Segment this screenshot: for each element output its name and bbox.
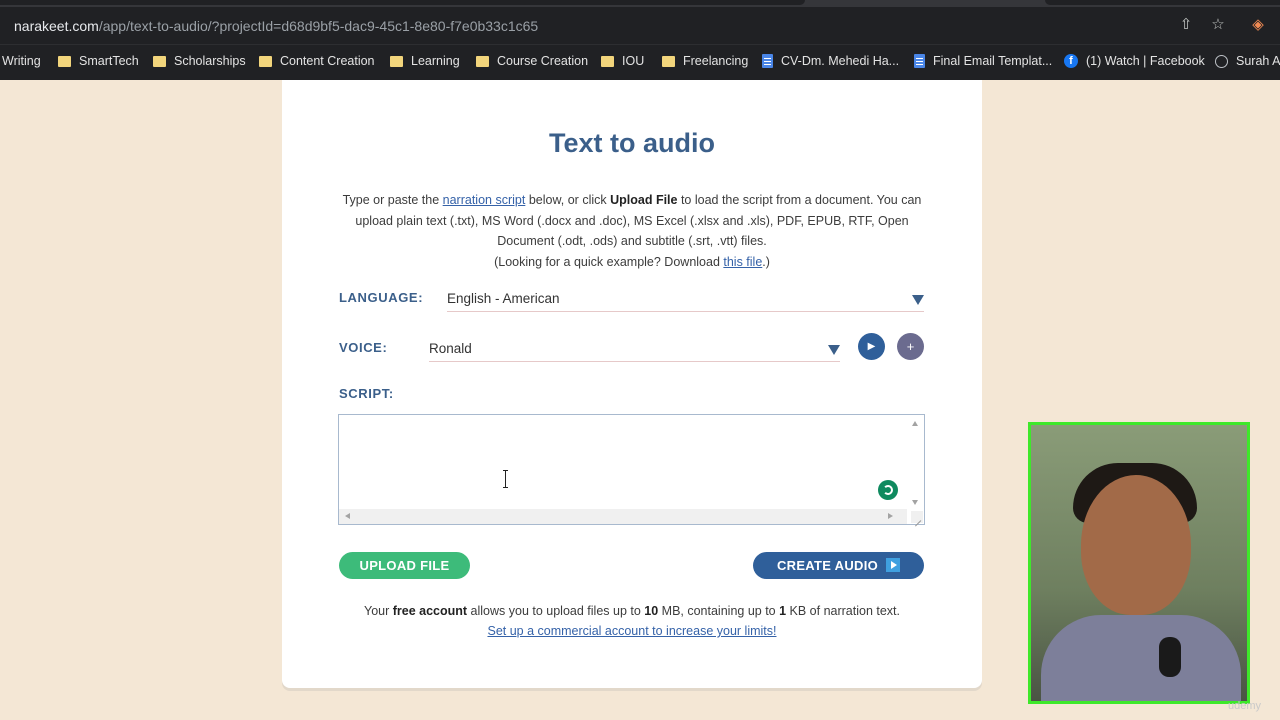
url-path: /app/text-to-audio/?projectId=d68d9bf5-d…	[98, 18, 539, 34]
language-label: LANGUAGE:	[339, 290, 424, 305]
folder-icon	[601, 55, 614, 67]
chevron-down-icon	[912, 295, 924, 305]
bookmark-smarttech[interactable]: SmartTech	[58, 54, 139, 68]
script-textarea[interactable]	[339, 415, 907, 511]
bookmark-surah[interactable]: Surah A	[1215, 54, 1280, 68]
globe-icon	[1215, 54, 1228, 68]
script-textarea-container	[338, 414, 925, 525]
bookmark-iou[interactable]: IOU	[601, 54, 644, 68]
bookmark-content-creation[interactable]: Content Creation	[259, 54, 375, 68]
horizontal-scrollbar[interactable]	[339, 509, 907, 524]
text-cursor-icon	[503, 470, 508, 488]
scroll-down-icon	[912, 500, 918, 505]
folder-icon	[153, 55, 166, 67]
presenter-webcam	[1028, 422, 1250, 704]
browser-toolbar: narakeet.com/app/text-to-audio/?projectI…	[0, 0, 1280, 44]
create-audio-button[interactable]: CREATE AUDIO	[753, 552, 924, 579]
tab-strip	[0, 0, 1280, 7]
scroll-right-icon	[888, 513, 893, 519]
folder-icon	[259, 55, 272, 67]
bookmark-writing[interactable]: Writing	[2, 54, 41, 68]
play-icon: ▶	[867, 341, 876, 352]
vertical-scrollbar[interactable]	[907, 415, 924, 511]
intro-text: Type or paste the narration script below…	[342, 193, 922, 269]
microphone-icon	[1159, 637, 1181, 677]
folder-icon	[390, 55, 403, 67]
narration-script-link[interactable]: narration script	[443, 193, 526, 207]
voice-value: Ronald	[429, 341, 472, 356]
resize-handle[interactable]	[911, 511, 923, 523]
extension-icon[interactable]: ◈	[1249, 16, 1267, 34]
bookmark-learning[interactable]: Learning	[390, 54, 460, 68]
scroll-left-icon	[345, 513, 350, 519]
bookmark-course-creation[interactable]: Course Creation	[476, 54, 588, 68]
add-voice-button[interactable]: +	[897, 333, 924, 360]
bookmark-email-template[interactable]: Final Email Templat...	[914, 54, 1052, 68]
chevron-down-icon	[828, 345, 840, 355]
bookmark-freelancing[interactable]: Freelancing	[662, 54, 748, 68]
bookmark-cv[interactable]: CV-Dm. Mehedi Ha...	[762, 54, 899, 68]
doc-icon	[762, 54, 773, 68]
bookmark-star-icon[interactable]: ☆	[1209, 16, 1227, 34]
voice-label: VOICE:	[339, 340, 388, 355]
doc-icon	[914, 54, 925, 68]
voice-select[interactable]: Ronald	[429, 335, 840, 362]
language-select[interactable]: English - American	[447, 285, 924, 312]
facebook-icon: f	[1064, 54, 1078, 68]
main-card	[282, 80, 982, 688]
folder-icon	[662, 55, 675, 67]
watermark: udemy	[1228, 700, 1262, 712]
play-voice-sample-button[interactable]: ▶	[858, 333, 885, 360]
play-icon	[886, 558, 901, 572]
presenter-face	[1081, 475, 1191, 615]
commercial-account-link[interactable]: Set up a commercial account to increase …	[487, 624, 776, 638]
share-icon[interactable]: ⇧	[1177, 16, 1195, 34]
presenter-body	[1041, 615, 1241, 701]
script-label: SCRIPT:	[339, 386, 394, 401]
address-bar[interactable]: narakeet.com/app/text-to-audio/?projectI…	[14, 18, 538, 34]
bookmark-facebook[interactable]: f (1) Watch | Facebook	[1064, 54, 1205, 68]
example-file-link[interactable]: this file	[723, 255, 762, 269]
bookmarks-bar: Writing SmartTech Scholarships Content C…	[0, 44, 1280, 80]
folder-icon	[476, 55, 489, 67]
loading-spinner-icon	[878, 480, 898, 500]
folder-icon	[58, 55, 71, 67]
plus-icon: +	[906, 339, 915, 354]
scroll-up-icon	[912, 421, 918, 426]
upload-file-button[interactable]: UPLOAD FILE	[339, 552, 470, 579]
page-title: Text to audio	[549, 128, 715, 158]
bookmark-scholarships[interactable]: Scholarships	[153, 54, 246, 68]
language-value: English - American	[447, 291, 560, 306]
url-host: narakeet.com	[14, 18, 99, 34]
account-limits-text: Your free account allows you to upload f…	[364, 604, 900, 638]
